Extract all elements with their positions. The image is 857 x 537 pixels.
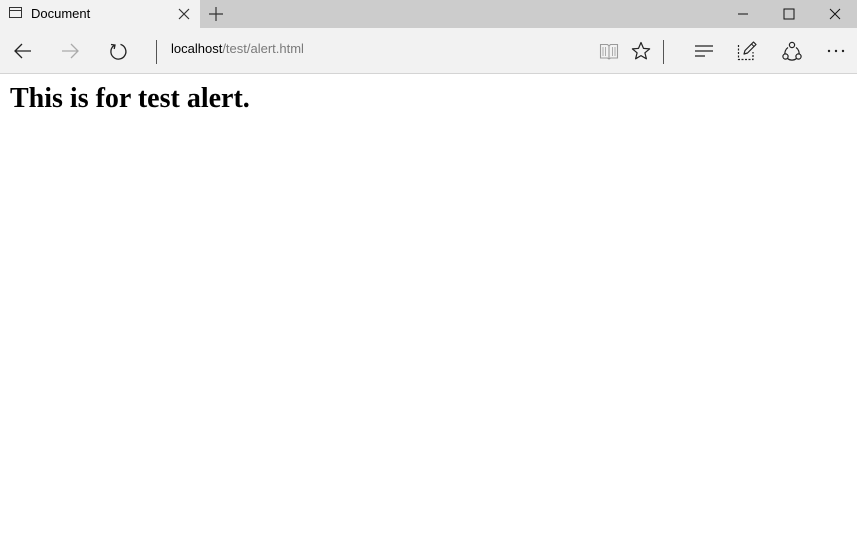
browser-window: Document localhost/test/alert.html This … xyxy=(0,0,857,537)
hub-icon xyxy=(695,45,713,57)
page-heading: This is for test alert. xyxy=(10,83,250,114)
more-button[interactable] xyxy=(822,37,850,65)
pen-icon xyxy=(737,41,757,61)
refresh-button[interactable] xyxy=(104,37,132,65)
close-icon xyxy=(829,8,841,20)
page-icon xyxy=(9,7,22,18)
minimize-icon xyxy=(738,13,748,15)
arrow-left-icon xyxy=(14,43,31,59)
new-tab-button[interactable] xyxy=(206,4,226,24)
reading-view-button[interactable] xyxy=(595,37,623,65)
plus-icon xyxy=(209,7,223,21)
book-icon xyxy=(599,43,619,60)
close-tab-button[interactable] xyxy=(176,6,192,22)
share-icon xyxy=(782,41,802,61)
star-icon xyxy=(631,41,651,60)
ellipsis-icon xyxy=(827,49,845,53)
close-window-button[interactable] xyxy=(812,0,857,28)
web-note-button[interactable] xyxy=(733,37,761,65)
address-separator xyxy=(156,40,157,64)
title-bar: Document xyxy=(0,0,857,28)
tab-document[interactable]: Document xyxy=(0,0,200,28)
maximize-button[interactable] xyxy=(766,0,812,28)
refresh-icon xyxy=(110,43,127,60)
forward-button[interactable] xyxy=(56,37,84,65)
close-icon xyxy=(178,8,190,20)
address-path: /test/alert.html xyxy=(222,41,304,56)
arrow-right-icon xyxy=(62,43,79,59)
minimize-button[interactable] xyxy=(720,0,766,28)
back-button[interactable] xyxy=(9,37,37,65)
share-button[interactable] xyxy=(778,37,806,65)
toolbar-separator xyxy=(663,40,664,64)
hub-button[interactable] xyxy=(690,37,718,65)
address-host: localhost xyxy=(171,41,223,56)
tab-title: Document xyxy=(31,6,91,21)
favorites-button[interactable] xyxy=(627,37,655,65)
address-bar[interactable]: localhost/test/alert.html xyxy=(171,41,571,59)
navigation-bar: localhost/test/alert.html xyxy=(0,28,857,74)
page-content: This is for test alert. xyxy=(0,75,857,537)
maximize-icon xyxy=(783,8,795,20)
